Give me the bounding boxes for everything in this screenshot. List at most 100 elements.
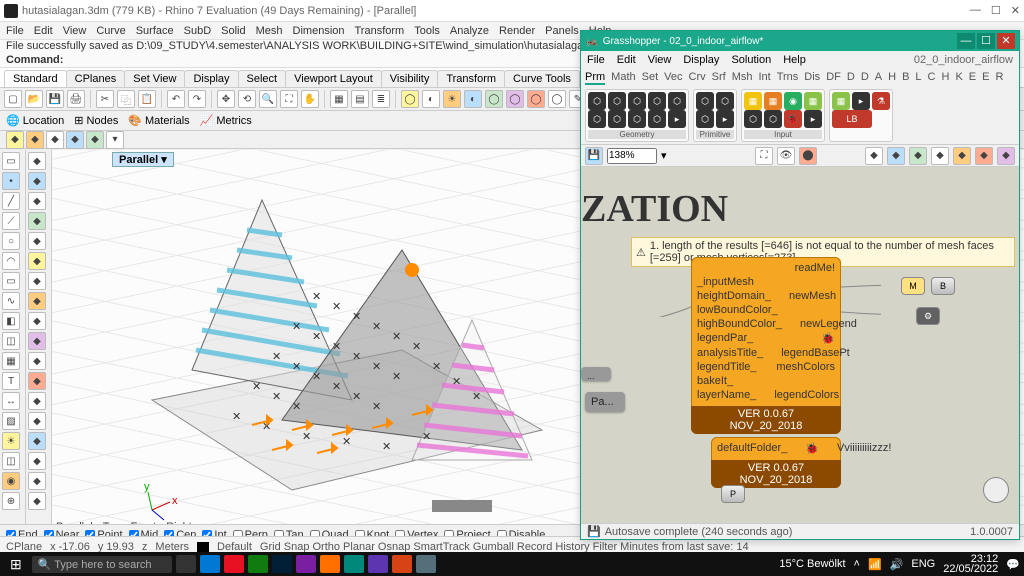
lt2-3-icon[interactable]: ◆	[28, 192, 46, 210]
lt2-14-icon[interactable]: ◆	[28, 412, 46, 430]
menu-curve[interactable]: Curve	[96, 25, 125, 37]
gh-ribtab-math[interactable]: Math	[611, 71, 635, 85]
gh-output-m[interactable]: M	[901, 277, 925, 295]
start-button[interactable]: ⊞	[4, 556, 28, 573]
rotate-icon[interactable]: ⟲	[238, 90, 256, 108]
tray-notif-icon[interactable]: 💬	[1006, 558, 1020, 571]
tab-cplanes[interactable]: CPlanes	[66, 70, 126, 87]
gh-ribtab-12[interactable]: D	[861, 71, 869, 85]
lt2-8-icon[interactable]: ◆	[28, 292, 46, 310]
dim-tool-icon[interactable]: ↔	[2, 392, 20, 410]
gh-btn-i3[interactable]: ◉	[784, 92, 802, 110]
move-icon[interactable]: ✥	[217, 90, 235, 108]
gh-btn-g2[interactable]: ⬡	[608, 92, 626, 110]
gh-ribtab-crv[interactable]: Crv	[689, 71, 706, 85]
tray-wifi-icon[interactable]: 📶	[868, 558, 882, 571]
text-tool-icon[interactable]: T	[2, 372, 20, 390]
menu-dimension[interactable]: Dimension	[293, 25, 345, 37]
block-tool-icon[interactable]: ◫	[2, 452, 20, 470]
tab-visibility[interactable]: Visibility	[381, 70, 439, 87]
gh-btn-e1[interactable]: ▦	[832, 92, 850, 110]
render2-icon[interactable]: ◉	[2, 472, 20, 490]
gh-ribtab-20[interactable]: E	[969, 71, 976, 85]
rendered-icon[interactable]: ◯	[527, 90, 545, 108]
polyline-tool-icon[interactable]: ⟋	[2, 212, 20, 230]
light-tool-icon[interactable]: ☀	[2, 432, 20, 450]
sm6-icon[interactable]: ▾	[106, 131, 124, 149]
zoom-icon[interactable]: 🔍	[259, 90, 277, 108]
tab-select[interactable]: Select	[238, 70, 287, 87]
menu-render[interactable]: Render	[499, 25, 535, 37]
gh-ribtab-srf[interactable]: Srf	[712, 71, 726, 85]
gh-compass-icon[interactable]	[983, 477, 1009, 503]
copy-icon[interactable]: ⿻	[117, 90, 135, 108]
cut-icon[interactable]: ✂	[96, 90, 114, 108]
gh-btn-i1[interactable]: ▦	[744, 92, 762, 110]
gh-btn-i2[interactable]: ▦	[764, 92, 782, 110]
solid-tool-icon[interactable]: ◫	[2, 332, 20, 350]
menu-subd[interactable]: SubD	[184, 25, 212, 37]
gh-ribtab-14[interactable]: H	[888, 71, 896, 85]
curve-tool-icon[interactable]: ∿	[2, 292, 20, 310]
gh-btn-e2[interactable]: ▸	[852, 92, 870, 110]
tab-viewportlayout[interactable]: Viewport Layout	[285, 70, 382, 87]
grid2-icon[interactable]: ▤	[351, 90, 369, 108]
arc-tool-icon[interactable]: ◠	[2, 252, 20, 270]
lt2-10-icon[interactable]: ◆	[28, 332, 46, 350]
gh-z5-icon[interactable]: ◆	[953, 147, 971, 165]
menu-file[interactable]: File	[6, 25, 24, 37]
surf-tool-icon[interactable]: ◧	[2, 312, 20, 330]
tab-display[interactable]: Display	[184, 70, 238, 87]
new-icon[interactable]: ▢	[4, 90, 22, 108]
gh-z7-icon[interactable]: ◆	[997, 147, 1015, 165]
tray-clock[interactable]: 23:1222/05/2022	[943, 554, 998, 574]
gh-btn-g8[interactable]: ⬡	[628, 110, 646, 128]
circle-tool-icon[interactable]: ○	[2, 232, 20, 250]
gh-ribtab-vec[interactable]: Vec	[664, 71, 682, 85]
gh-menu-display[interactable]: Display	[683, 54, 719, 66]
sm3-icon[interactable]: ◆	[46, 131, 64, 149]
menu-panels[interactable]: Panels	[545, 25, 579, 37]
grid-icon[interactable]: ▦	[330, 90, 348, 108]
gh-menu-file[interactable]: File	[587, 54, 605, 66]
gh-ribtab-set[interactable]: Set	[642, 71, 659, 85]
gh-btn-g6[interactable]: ⬡	[588, 110, 606, 128]
lt2-2-icon[interactable]: ◆	[28, 172, 46, 190]
menu-tools[interactable]: Tools	[414, 25, 440, 37]
gh-menu-view[interactable]: View	[648, 54, 672, 66]
gh-component-ladybug[interactable]: defaultFolder_🐞Vviiiiiiiiizzz! VER 0.0.6…	[711, 437, 841, 488]
lt2-4-icon[interactable]: ◆	[28, 212, 46, 230]
taskbar-search[interactable]: 🔍 Type here to search	[32, 556, 172, 573]
gh-btn-i6[interactable]: ⬡	[764, 110, 782, 128]
rect-tool-icon[interactable]: ▭	[2, 272, 20, 290]
lt2-9-icon[interactable]: ◆	[28, 312, 46, 330]
tab-transform[interactable]: Transform	[437, 70, 505, 87]
gh-titlebar[interactable]: 🦗 Grasshopper - 02_0_indoor_airflow* — ☐…	[581, 31, 1019, 51]
tab-curvetools[interactable]: Curve Tools	[504, 70, 580, 87]
gh-output-p[interactable]: P	[721, 485, 745, 503]
gh-min-button[interactable]: —	[957, 33, 975, 49]
tray-chevron-icon[interactable]: ˄	[854, 558, 860, 570]
app5-icon[interactable]	[344, 555, 364, 573]
location-filter[interactable]: 🌐 Location	[6, 114, 64, 127]
gh-ribtab-13[interactable]: A	[875, 71, 882, 85]
gh-ribtab-21[interactable]: E	[982, 71, 989, 85]
gh-panel-small[interactable]: ...	[581, 367, 611, 381]
gh-btn-g3[interactable]: ⬡	[628, 92, 646, 110]
sm1-icon[interactable]: ◆	[6, 131, 24, 149]
gh-ribtab-16[interactable]: L	[915, 71, 921, 85]
menu-mesh[interactable]: Mesh	[256, 25, 283, 37]
gh-btn-i4[interactable]: ▦	[804, 92, 822, 110]
gh-btn-i8[interactable]: ▸	[804, 110, 822, 128]
viewport-label[interactable]: Parallel ▾	[112, 152, 174, 167]
gh-z1-icon[interactable]: ◆	[865, 147, 883, 165]
gh-z6-icon[interactable]: ◆	[975, 147, 993, 165]
gh-btn-p2[interactable]: ⬡	[716, 92, 734, 110]
lt2-15-icon[interactable]: ◆	[28, 432, 46, 450]
point-tool-icon[interactable]: •	[2, 172, 20, 190]
shade-icon[interactable]: ◐	[464, 90, 482, 108]
gh-btn-g4[interactable]: ⬡	[648, 92, 666, 110]
app6-icon[interactable]	[368, 555, 388, 573]
gh-ribtab-df[interactable]: DF	[826, 71, 841, 85]
gh-btn-p3[interactable]: ⬡	[696, 110, 714, 128]
